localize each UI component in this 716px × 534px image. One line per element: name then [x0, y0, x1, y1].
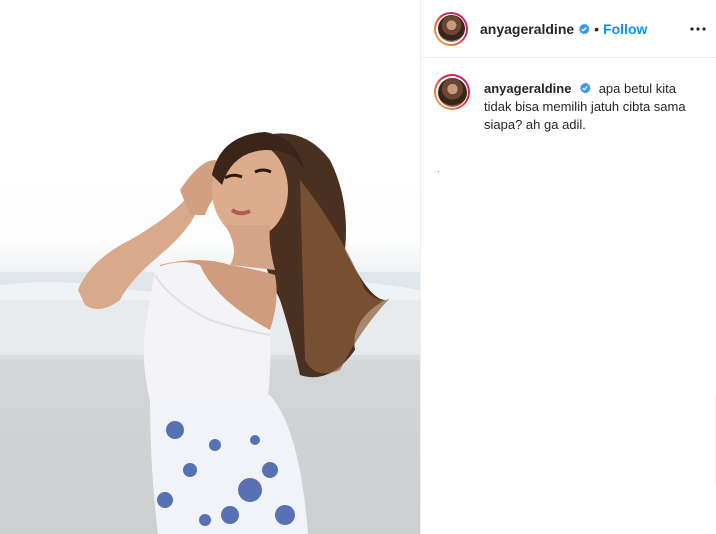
post-header: anyageraldine • Follow: [421, 0, 716, 58]
caption-avatar-image: [437, 77, 467, 107]
caption-comment: anyageraldine apa betul kita tidak bisa …: [434, 74, 704, 134]
photo-illustration: [0, 132, 420, 534]
follow-button[interactable]: Follow: [603, 21, 647, 37]
caption-body: anyageraldine apa betul kita tidak bisa …: [484, 80, 694, 134]
neck: [225, 225, 275, 270]
instagram-post: anyageraldine • Follow anyageraldine apa…: [0, 0, 716, 534]
more-horizontal-icon: [690, 27, 706, 31]
post-sidebar: anyageraldine • Follow anyageraldine apa…: [420, 0, 716, 534]
verified-badge-icon: [580, 82, 591, 94]
caption-username[interactable]: anyageraldine: [484, 81, 571, 96]
more-options-button[interactable]: [687, 18, 709, 40]
header-username[interactable]: anyageraldine: [480, 21, 574, 37]
caption-avatar-border: [436, 76, 468, 108]
post-photo[interactable]: [0, 0, 420, 534]
caption-avatar[interactable]: [434, 74, 470, 110]
stray-dot: [438, 171, 439, 172]
verified-badge-icon: [579, 23, 590, 34]
avatar[interactable]: [434, 11, 468, 46]
avatar-border: [436, 13, 466, 44]
header-separator: •: [594, 20, 600, 37]
avatar-image: [437, 15, 465, 42]
